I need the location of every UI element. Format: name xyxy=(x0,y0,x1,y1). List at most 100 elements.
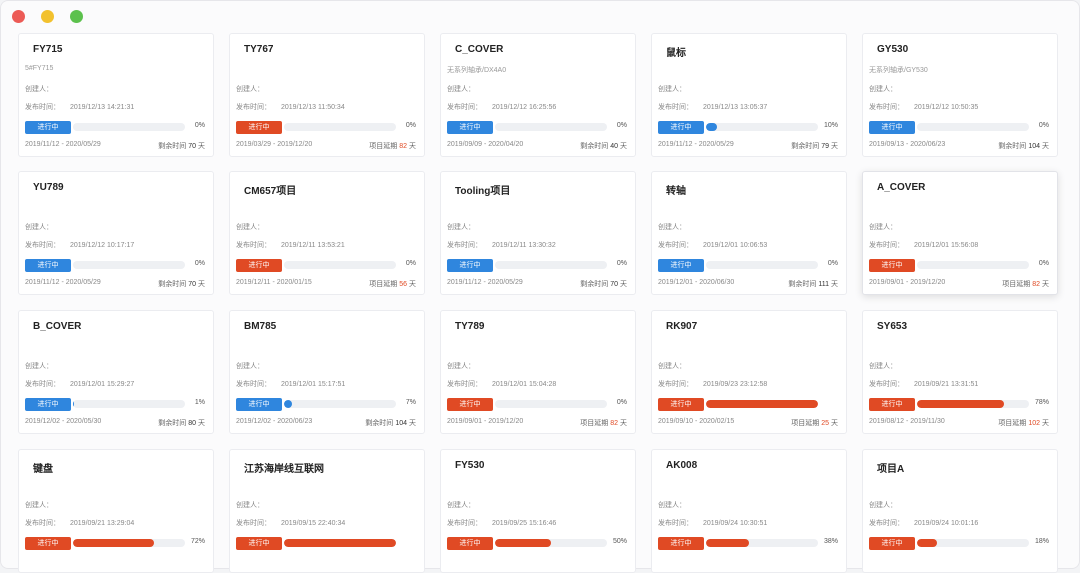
project-card[interactable]: BM785 创建人： 发布时间： 2019/12/01 15:17:51 进行中 7% 20… xyxy=(229,310,425,434)
project-title[interactable]: 项目A xyxy=(877,460,904,475)
status-badge: 进行中 xyxy=(869,121,915,134)
remaining-days-value: 70 xyxy=(188,143,196,150)
publish-time: 发布时间： 2019/12/01 10:06:53 xyxy=(658,240,767,250)
project-title[interactable]: GY530 xyxy=(877,44,908,55)
date-range: 2019/09/09 - 2020/04/20 xyxy=(447,141,524,148)
project-card[interactable]: RK907 创建人： 发布时间： 2019/09/23 23:12:58 进行中 2019… xyxy=(651,310,847,434)
project-card[interactable]: 江苏海岸线互联网 创建人： 发布时间： 2019/09/15 22:40:34 进行中 xyxy=(229,449,425,573)
remaining-days: 项目延期 56 天 xyxy=(369,279,416,289)
project-title[interactable]: RK907 xyxy=(666,321,697,332)
project-title[interactable]: BM785 xyxy=(244,321,276,332)
status-badge: 进行中 xyxy=(658,121,704,134)
status-badge: 进行中 xyxy=(869,537,915,550)
remaining-label: 项目延期 xyxy=(791,420,820,427)
days-unit: 天 xyxy=(620,420,627,427)
project-title[interactable]: FY530 xyxy=(455,460,484,471)
progress-bar xyxy=(73,400,185,408)
project-title[interactable]: Tooling项目 xyxy=(455,182,510,197)
creator-label: 创建人： xyxy=(236,86,264,93)
creator-label: 创建人： xyxy=(869,363,897,370)
project-title[interactable]: 键盘 xyxy=(33,460,53,475)
project-card[interactable]: YU789 创建人： 发布时间： 2019/12/12 10:17:17 进行中 0% 20… xyxy=(18,171,214,295)
publish-time-value: 2019/12/13 14:21:31 xyxy=(70,104,135,111)
project-card[interactable]: 键盘 创建人： 发布时间： 2019/09/21 13:29:04 进行中 72% xyxy=(18,449,214,573)
progress-percent: 72% xyxy=(190,538,205,545)
progress-percent: 7% xyxy=(405,399,416,406)
project-card[interactable]: 项目A 创建人： 发布时间： 2019/09/24 10:01:16 进行中 18% xyxy=(862,449,1058,573)
project-title[interactable]: C_COVER xyxy=(455,44,503,55)
project-title[interactable]: B_COVER xyxy=(33,321,81,332)
remaining-days: 剩余时间 70 天 xyxy=(580,279,627,289)
project-card[interactable]: SY653 创建人： 发布时间： 2019/09/21 13:31:51 进行中 78% 2… xyxy=(862,310,1058,434)
project-card[interactable]: TY767 创建人： 发布时间： 2019/12/13 11:50:34 进行中 0% 20… xyxy=(229,33,425,157)
project-card[interactable]: TY789 创建人： 发布时间： 2019/12/01 15:04:28 进行中 0% 20… xyxy=(440,310,636,434)
status-badge: 进行中 xyxy=(447,537,493,550)
remaining-days: 项目延期 25 天 xyxy=(791,418,838,428)
project-title[interactable]: AK008 xyxy=(666,460,697,471)
app-window: FY715 5#FY715 创建人： 发布时间： 2019/12/13 14:21:31… xyxy=(0,0,1080,573)
maximize-window-button[interactable] xyxy=(70,10,83,23)
project-card[interactable]: Tooling项目 创建人： 发布时间： 2019/12/11 13:30:32 进行中… xyxy=(440,171,636,295)
progress-bar xyxy=(73,539,185,547)
project-card[interactable]: 鼠标 创建人： 发布时间： 2019/12/13 13:05:37 进行中 10% 2019… xyxy=(651,33,847,157)
project-card[interactable]: AK008 创建人： 发布时间： 2019/09/24 10:30:51 进行中 38% xyxy=(651,449,847,573)
status-badge: 进行中 xyxy=(658,398,704,411)
progress-percent: 0% xyxy=(1038,122,1049,129)
creator-label: 创建人： xyxy=(236,502,264,509)
days-unit: 天 xyxy=(198,420,205,427)
close-window-button[interactable] xyxy=(12,10,25,23)
date-range: 2019/09/01 - 2019/12/20 xyxy=(447,418,524,425)
title-bar xyxy=(0,0,1080,32)
publish-time-label: 发布时间： xyxy=(447,381,482,388)
project-card[interactable]: B_COVER 创建人： 发布时间： 2019/12/01 15:29:27 进行中 1%… xyxy=(18,310,214,434)
project-title[interactable]: 鼠标 xyxy=(666,44,686,59)
remaining-label: 剩余时间 xyxy=(158,281,187,288)
remaining-label: 剩余时间 xyxy=(580,281,609,288)
remaining-days-value: 79 xyxy=(821,143,829,150)
remaining-label: 项目延期 xyxy=(998,420,1027,427)
progress-percent: 18% xyxy=(1034,538,1049,545)
publish-time-value: 2019/09/24 10:01:16 xyxy=(914,520,979,527)
publish-time: 发布时间： 2019/09/21 13:31:51 xyxy=(869,379,978,389)
publish-time-value: 2019/09/21 13:29:04 xyxy=(70,520,135,527)
remaining-days: 项目延期 82 天 xyxy=(369,141,416,151)
progress-bar xyxy=(917,123,1029,131)
project-card[interactable]: GY530 无系列轴承/GY530 创建人： 发布时间： 2019/12/12 10:5… xyxy=(862,33,1058,157)
project-title[interactable]: TY767 xyxy=(244,44,273,55)
progress-percent: 10% xyxy=(823,122,838,129)
days-unit: 天 xyxy=(1042,281,1049,288)
project-title[interactable]: FY715 xyxy=(33,44,62,55)
publish-time: 发布时间： 2019/12/13 14:21:31 xyxy=(25,102,134,112)
project-card[interactable]: FY715 5#FY715 创建人： 发布时间： 2019/12/13 14:21:31… xyxy=(18,33,214,157)
project-card[interactable]: C_COVER 无系列轴承/DX4A0 创建人： 发布时间： 2019/12/12 16… xyxy=(440,33,636,157)
project-title[interactable]: A_COVER xyxy=(877,182,925,193)
project-title[interactable]: 江苏海岸线互联网 xyxy=(244,460,324,475)
project-card[interactable]: FY530 创建人： 发布时间： 2019/09/25 15:16:46 进行中 50% xyxy=(440,449,636,573)
creator-label: 创建人： xyxy=(25,502,53,509)
date-range: 2019/12/02 - 2020/06/23 xyxy=(236,418,313,425)
creator-label: 创建人： xyxy=(869,224,897,231)
project-title[interactable]: 转轴 xyxy=(666,182,686,197)
remaining-label: 项目延期 xyxy=(1002,281,1031,288)
publish-time-label: 发布时间： xyxy=(25,520,60,527)
publish-time-label: 发布时间： xyxy=(869,381,904,388)
project-card[interactable]: 转轴 创建人： 发布时间： 2019/12/01 10:06:53 进行中 0% 2019/… xyxy=(651,171,847,295)
creator-label: 创建人： xyxy=(658,86,686,93)
project-card[interactable]: CM657项目 创建人： 发布时间： 2019/12/11 13:53:21 进行中 0%… xyxy=(229,171,425,295)
remaining-days-value: 40 xyxy=(610,143,618,150)
project-title[interactable]: SY653 xyxy=(877,321,907,332)
progress-percent: 1% xyxy=(194,399,205,406)
minimize-window-button[interactable] xyxy=(41,10,54,23)
project-title[interactable]: TY789 xyxy=(455,321,484,332)
project-card[interactable]: A_COVER 创建人： 发布时间： 2019/12/01 15:56:08 进行中 0%… xyxy=(862,171,1058,295)
progress-bar xyxy=(495,400,607,408)
publish-time-value: 2019/12/13 11:50:34 xyxy=(281,104,345,111)
creator-label: 创建人： xyxy=(447,502,475,509)
status-badge: 进行中 xyxy=(869,259,915,272)
creator-label: 创建人： xyxy=(447,224,475,231)
publish-time-label: 发布时间： xyxy=(658,520,693,527)
publish-time-value: 2019/12/01 15:17:51 xyxy=(281,381,346,388)
project-title[interactable]: CM657项目 xyxy=(244,182,296,197)
publish-time-value: 2019/12/12 10:50:35 xyxy=(914,104,979,111)
project-title[interactable]: YU789 xyxy=(33,182,64,193)
